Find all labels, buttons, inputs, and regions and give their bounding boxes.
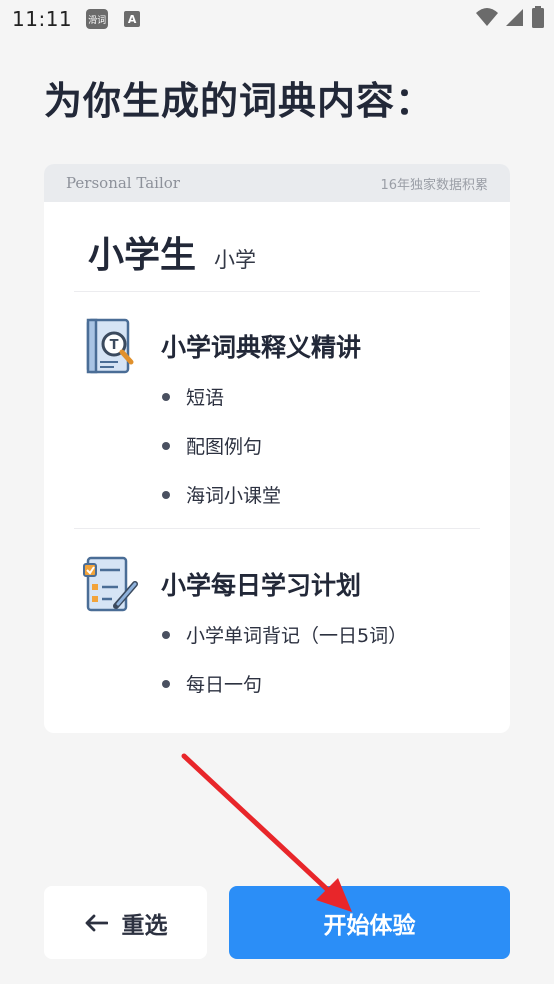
app-notification-icon: 滑词 bbox=[86, 9, 109, 29]
list-item: 短语 bbox=[162, 383, 224, 410]
start-experience-button[interactable]: 开始体验 bbox=[229, 886, 510, 959]
section-title: 小学每日学习计划 bbox=[161, 571, 362, 600]
status-indicators bbox=[476, 6, 544, 28]
list-item-label: 每日一句 bbox=[186, 674, 263, 696]
divider bbox=[74, 528, 480, 529]
bullet-dot bbox=[162, 441, 170, 450]
cellular-signal-icon bbox=[506, 9, 523, 26]
list-item: 每日一句 bbox=[162, 670, 262, 697]
svg-text:T: T bbox=[110, 338, 119, 353]
list-item-label: 配图例句 bbox=[186, 436, 263, 458]
font-notification-label: A bbox=[127, 12, 137, 26]
study-plan-checklist-icon bbox=[83, 556, 138, 612]
list-item-label: 短语 bbox=[186, 387, 225, 409]
start-label: 开始体验 bbox=[323, 912, 416, 939]
bullet-dot bbox=[162, 490, 170, 499]
dictionary-search-icon: T bbox=[86, 318, 134, 374]
bullet-dot bbox=[162, 679, 170, 688]
bullet-dot bbox=[162, 392, 170, 401]
arrow-left-icon bbox=[85, 914, 108, 931]
level-row: 小学生 小学 bbox=[88, 226, 256, 278]
wifi-icon bbox=[476, 8, 498, 26]
reselect-button[interactable]: 重选 bbox=[44, 886, 207, 959]
divider bbox=[74, 291, 480, 292]
card-header-brand: Personal Tailor bbox=[66, 174, 180, 192]
page-title: 为你生成的词典内容： bbox=[44, 79, 435, 123]
level-main: 小学生 bbox=[88, 235, 197, 276]
list-item-label: 海词小课堂 bbox=[186, 485, 282, 507]
level-sub: 小学 bbox=[214, 248, 257, 272]
status-time: 11:11 bbox=[12, 7, 73, 31]
reselect-label: 重选 bbox=[121, 912, 168, 939]
app-notification-label: 滑词 bbox=[88, 15, 107, 26]
list-item-label: 小学单词背记（一日5词） bbox=[186, 625, 408, 647]
dictionary-content-card: Personal Tailor 16年独家数据积累 小学生 小学 T 小学词典释… bbox=[44, 164, 510, 733]
card-header: Personal Tailor 16年独家数据积累 bbox=[44, 164, 510, 202]
card-header-tagline: 16年独家数据积累 bbox=[380, 177, 488, 193]
battery-icon bbox=[532, 6, 544, 28]
status-bar: 11:11 滑词 A bbox=[0, 0, 554, 38]
font-notification-icon: A bbox=[124, 11, 141, 27]
list-item: 海词小课堂 bbox=[162, 481, 281, 508]
section-title: 小学词典释义精讲 bbox=[161, 333, 362, 362]
bullet-dot bbox=[162, 630, 170, 639]
list-item: 配图例句 bbox=[162, 432, 262, 459]
list-item: 小学单词背记（一日5词） bbox=[162, 621, 407, 648]
